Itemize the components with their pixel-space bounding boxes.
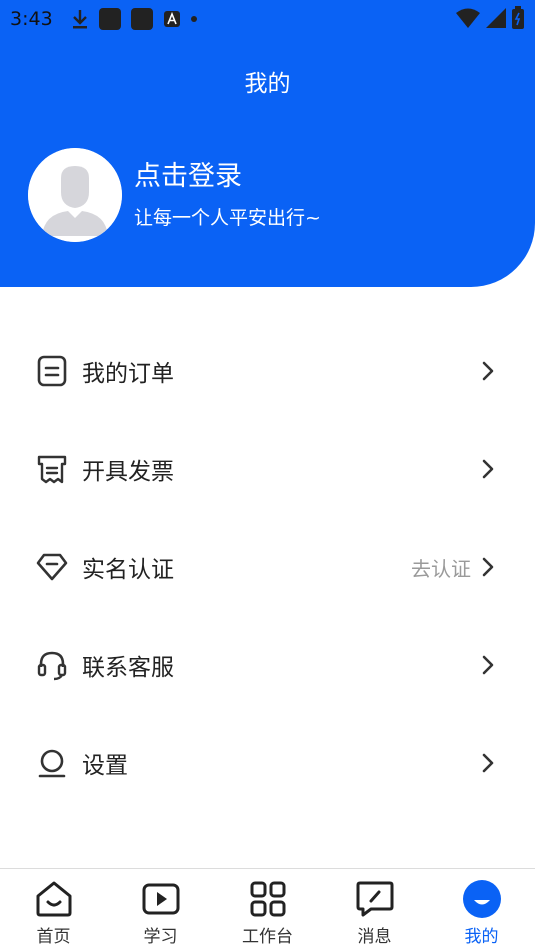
status-time: 3:43 xyxy=(10,8,53,30)
nav-label: 学习 xyxy=(143,927,178,947)
wifi-icon xyxy=(455,7,481,34)
login-link[interactable]: 点击登录 xyxy=(134,154,321,193)
chevron-right-icon xyxy=(477,360,499,382)
app-icon xyxy=(98,8,121,30)
chevron-right-icon xyxy=(477,458,499,480)
nav-label: 工作台 xyxy=(242,927,293,947)
battery-icon xyxy=(511,6,525,35)
menu-item-label: 实名认证 xyxy=(82,557,174,583)
home-icon xyxy=(33,878,75,920)
status-bar: 3:43 xyxy=(0,0,535,38)
play-icon xyxy=(140,878,182,920)
menu-list: 我的订单 开具发票 实名认证 去认证 联系客服 设置 xyxy=(0,322,535,812)
nav-tab-workbench[interactable]: 工作台 xyxy=(214,869,321,951)
invoice-icon xyxy=(36,453,68,485)
menu-item-label: 开具发票 xyxy=(82,459,174,485)
headset-icon xyxy=(36,649,68,681)
avatar[interactable] xyxy=(28,148,122,242)
chevron-right-icon xyxy=(477,752,499,774)
nav-label: 消息 xyxy=(357,927,392,947)
a-icon xyxy=(163,10,181,28)
download-icon xyxy=(71,8,89,30)
bottom-navigation: 首页 学习 工作台 消息 我的 xyxy=(0,868,535,951)
menu-item-label: 联系客服 xyxy=(82,655,174,681)
nav-label: 首页 xyxy=(36,927,71,947)
message-icon xyxy=(354,878,396,920)
slogan-text: 让每一个人平安出行~ xyxy=(134,207,321,229)
settings-icon xyxy=(36,747,68,779)
chevron-right-icon xyxy=(477,654,499,676)
diamond-icon xyxy=(36,551,68,583)
menu-item-settings[interactable]: 设置 xyxy=(0,714,535,812)
app-icon xyxy=(130,8,153,30)
profile-icon xyxy=(461,878,503,920)
menu-item-verification[interactable]: 实名认证 去认证 xyxy=(0,518,535,616)
menu-item-label: 我的订单 xyxy=(82,361,174,387)
menu-item-label: 设置 xyxy=(82,753,128,779)
nav-label: 我的 xyxy=(464,927,499,947)
menu-item-invoice[interactable]: 开具发票 xyxy=(0,420,535,518)
nav-tab-messages[interactable]: 消息 xyxy=(321,869,428,951)
menu-item-orders[interactable]: 我的订单 xyxy=(0,322,535,420)
verification-hint: 去认证 xyxy=(411,556,471,581)
nav-tab-mine[interactable]: 我的 xyxy=(428,869,535,951)
profile-section[interactable]: 点击登录 让每一个人平安出行~ xyxy=(28,148,321,242)
dot-icon xyxy=(190,16,197,22)
chevron-right-icon xyxy=(477,556,499,578)
page-title: 我的 xyxy=(244,71,291,97)
nav-tab-home[interactable]: 首页 xyxy=(0,869,107,951)
signal-icon xyxy=(485,7,507,34)
nav-tab-study[interactable]: 学习 xyxy=(107,869,214,951)
header-background xyxy=(0,0,535,287)
default-avatar-icon xyxy=(28,148,122,242)
order-icon xyxy=(36,355,68,387)
grid-icon xyxy=(247,878,289,920)
menu-item-customer-service[interactable]: 联系客服 xyxy=(0,616,535,714)
